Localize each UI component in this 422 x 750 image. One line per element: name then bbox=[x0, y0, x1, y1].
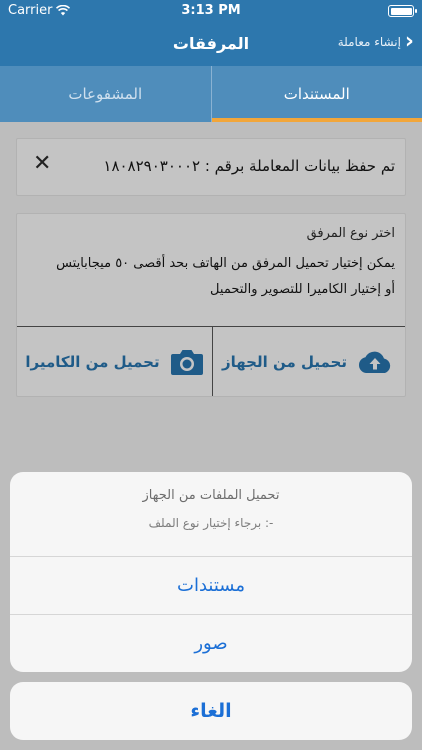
upload-from-camera-label: تحميل من الكاميرا bbox=[25, 353, 160, 371]
cancel-button[interactable]: الغاء bbox=[10, 682, 412, 740]
tab-documents[interactable]: المستندات bbox=[211, 66, 422, 122]
close-icon[interactable]: ✕ bbox=[33, 153, 51, 175]
action-sheet-subtitle: برجاء إختيار نوع الملف :- bbox=[148, 516, 274, 530]
cloud-upload-icon bbox=[358, 351, 391, 373]
chevron-right-icon: › bbox=[404, 29, 414, 54]
option-documents-button[interactable]: مستندات bbox=[10, 556, 412, 614]
camera-icon bbox=[170, 350, 203, 375]
upload-description-line2: أو إختيار الكاميرا للتصوير والتحميل bbox=[210, 282, 395, 297]
action-sheet: تحميل الملفات من الجهاز برجاء إختيار نوع… bbox=[10, 472, 412, 672]
upload-options-card: اختر نوع المرفق يمكن إختيار تحميل المرفق… bbox=[16, 213, 406, 397]
upload-from-camera-button[interactable]: تحميل من الكاميرا bbox=[17, 326, 212, 398]
option-images-button[interactable]: صور bbox=[10, 614, 412, 672]
save-message: تم حفظ بيانات المعاملة برقم : ١٨٠٨٢٩٠٣٠٠… bbox=[103, 157, 395, 175]
tab-label: المستندات bbox=[283, 85, 350, 103]
tab-attachments-endorsed[interactable]: المشفوعات bbox=[0, 66, 211, 122]
back-button-label: إنشاء معاملة bbox=[337, 35, 401, 49]
status-bar: Carrier 3:13 PM bbox=[0, 0, 422, 22]
navigation-bar: المرفقات إنشاء معاملة › bbox=[0, 22, 422, 66]
attachment-type-heading: اختر نوع المرفق bbox=[306, 226, 395, 241]
upload-from-device-label: تحميل من الجهاز bbox=[222, 353, 347, 371]
tab-bar: المشفوعات المستندات bbox=[0, 66, 422, 122]
tab-label: المشفوعات bbox=[68, 85, 143, 103]
save-confirmation-card: تم حفظ بيانات المعاملة برقم : ١٨٠٨٢٩٠٣٠٠… bbox=[16, 138, 406, 196]
status-time: 3:13 PM bbox=[181, 3, 241, 18]
back-button[interactable]: إنشاء معاملة › bbox=[337, 29, 414, 54]
upload-from-device-button[interactable]: تحميل من الجهاز bbox=[210, 326, 405, 398]
battery-icon bbox=[388, 5, 417, 17]
upload-description-line1: يمكن إختيار تحميل المرفق من الهاتف بحد أ… bbox=[56, 256, 395, 271]
action-sheet-title: تحميل الملفات من الجهاز bbox=[142, 488, 280, 503]
